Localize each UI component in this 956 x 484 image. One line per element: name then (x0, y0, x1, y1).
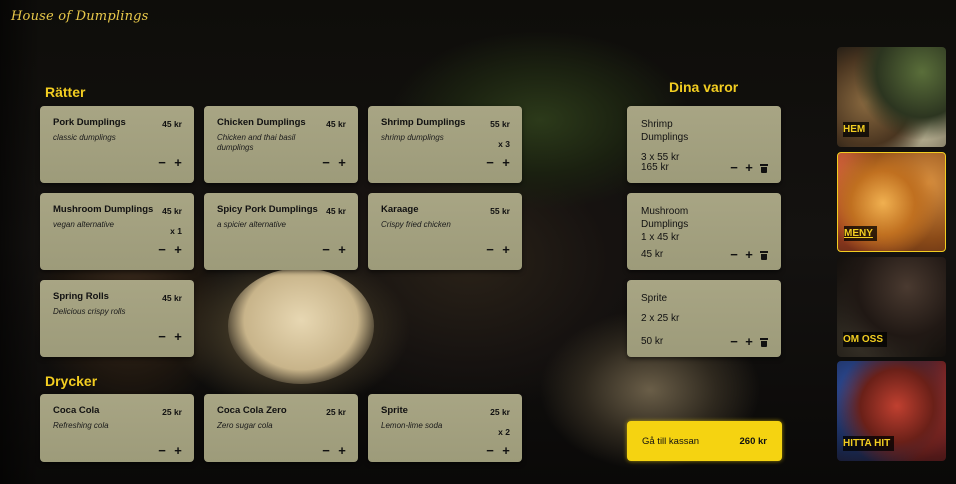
trash-icon[interactable] (760, 250, 768, 260)
increase-button[interactable]: + (173, 444, 183, 457)
item-price: 45 kr (162, 119, 182, 129)
nav-label-find-us: HITTA HIT (843, 436, 895, 451)
increase-button[interactable]: + (745, 335, 753, 348)
item-price: 45 kr (326, 119, 346, 129)
cart-item-total: 165 kr (641, 162, 669, 173)
nav-label-about: OM OSS (843, 332, 888, 347)
item-price: 45 kr (326, 206, 346, 216)
decrease-button[interactable]: − (157, 330, 167, 343)
cart-item-name: Mushroom Dumplings (641, 206, 689, 230)
nav-tile-find-us[interactable]: HITTA HIT (837, 361, 946, 461)
cart-item-shrimp-dumplings: Shrimp Dumplings 3 x 55 kr 165 kr − + (627, 106, 781, 183)
menu-card-spicy-pork-dumplings: Spicy Pork Dumplings 45 kr a spicier alt… (204, 193, 358, 270)
increase-button[interactable]: + (173, 330, 183, 343)
menu-card-spring-rolls: Spring Rolls 45 kr Delicious crispy roll… (40, 280, 194, 357)
item-price: 25 kr (326, 407, 346, 417)
increase-button[interactable]: + (745, 248, 753, 261)
decrease-button[interactable]: − (730, 161, 738, 174)
increase-button[interactable]: + (501, 444, 511, 457)
decrease-button[interactable]: − (321, 444, 331, 457)
increase-button[interactable]: + (501, 243, 511, 256)
nav-label-home: HEM (843, 122, 870, 137)
cart-item-name: Sprite (641, 293, 668, 304)
item-quantity: x 1 (170, 226, 182, 236)
increase-button[interactable]: + (501, 156, 511, 169)
food-section-title: Rätter (45, 84, 86, 100)
menu-card-shrimp-dumplings: Shrimp Dumplings 55 kr shrimp dumplings … (368, 106, 522, 183)
item-price: 25 kr (162, 407, 182, 417)
increase-button[interactable]: + (745, 161, 753, 174)
trash-icon[interactable] (760, 163, 768, 173)
item-description: a spicier alternative (217, 220, 286, 229)
checkout-label: Gå till kassan (642, 435, 700, 447)
cart-item-mushroom-dumplings: Mushroom Dumplings 1 x 45 kr 45 kr − + (627, 193, 781, 270)
drinks-section-title: Drycker (45, 373, 98, 389)
decrease-button[interactable]: − (485, 243, 495, 256)
menu-card-coca-cola-zero: Coca Cola Zero 25 kr Zero sugar cola − + (204, 394, 358, 462)
nav-tile-about[interactable]: OM OSS (837, 257, 946, 357)
item-description: vegan alternative (53, 220, 114, 229)
cart-item-sprite: Sprite 2 x 25 kr 50 kr − + (627, 280, 781, 357)
decrease-button[interactable]: − (730, 248, 738, 261)
item-description: Lemon-lime soda (381, 421, 443, 430)
item-description: shrimp dumplings (381, 133, 444, 142)
decrease-button[interactable]: − (730, 335, 738, 348)
increase-button[interactable]: + (337, 243, 347, 256)
decrease-button[interactable]: − (321, 156, 331, 169)
item-price: 45 kr (162, 293, 182, 303)
menu-card-karaage: Karaage 55 kr Crispy fried chicken − + (368, 193, 522, 270)
cart-item-total: 45 kr (641, 249, 664, 260)
trash-icon[interactable] (760, 337, 768, 347)
increase-button[interactable]: + (173, 156, 183, 169)
checkout-total: 260 kr (739, 435, 767, 447)
item-description: Chicken and thai basil dumplings (217, 133, 296, 152)
nav-tile-home[interactable]: HEM (837, 47, 946, 147)
menu-card-sprite: Sprite 25 kr Lemon-lime soda x 2 − + (368, 394, 522, 462)
item-price: 55 kr (490, 206, 510, 216)
decrease-button[interactable]: − (157, 243, 167, 256)
increase-button[interactable]: + (337, 444, 347, 457)
cart-item-quantity: 2 x 25 kr (641, 313, 680, 324)
item-price: 55 kr (490, 119, 510, 129)
cart-item-total: 50 kr (641, 336, 664, 347)
decrease-button[interactable]: − (157, 444, 167, 457)
menu-card-coca-cola: Coca Cola 25 kr Refreshing cola − + (40, 394, 194, 462)
increase-button[interactable]: + (337, 156, 347, 169)
item-description: classic dumplings (53, 133, 116, 142)
decrease-button[interactable]: − (321, 243, 331, 256)
item-description: Zero sugar cola (217, 421, 273, 430)
item-quantity: x 3 (498, 139, 510, 149)
item-price: 45 kr (162, 206, 182, 216)
item-description: Refreshing cola (53, 421, 109, 430)
decrease-button[interactable]: − (157, 156, 167, 169)
cart-item-quantity: 1 x 45 kr (641, 232, 680, 243)
increase-button[interactable]: + (173, 243, 183, 256)
item-price: 25 kr (490, 407, 510, 417)
sauce-bowl-image (228, 268, 374, 384)
decrease-button[interactable]: − (485, 156, 495, 169)
decrease-button[interactable]: − (485, 444, 495, 457)
cart-title: Dina varor (669, 79, 739, 95)
site-logo[interactable]: House of Dumplings (11, 9, 149, 24)
item-description: Crispy fried chicken (381, 220, 451, 229)
menu-card-chicken-dumplings: Chicken Dumplings 45 kr Chicken and thai… (204, 106, 358, 183)
nav-tile-menu[interactable]: MENY (837, 152, 946, 252)
item-description: Delicious crispy rolls (53, 307, 126, 316)
menu-card-pork-dumplings: Pork Dumplings 45 kr classic dumplings −… (40, 106, 194, 183)
cart-item-name: Shrimp Dumplings (641, 119, 689, 143)
menu-card-mushroom-dumplings: Mushroom Dumplings 45 kr vegan alternati… (40, 193, 194, 270)
item-quantity: x 2 (498, 427, 510, 437)
nav-label-menu: MENY (844, 226, 877, 241)
checkout-button[interactable]: Gå till kassan 260 kr (627, 421, 782, 461)
